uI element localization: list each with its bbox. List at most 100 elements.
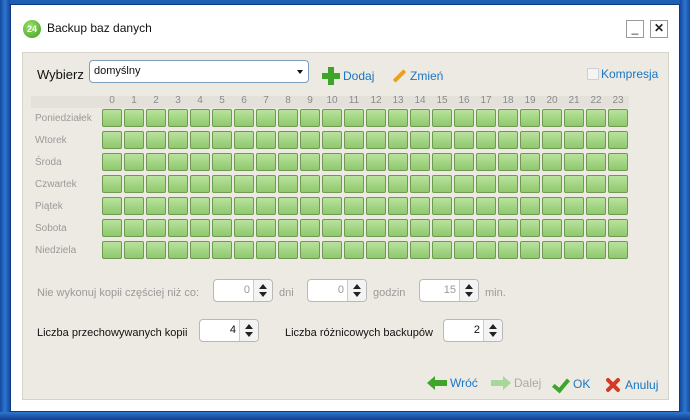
- schedule-cell[interactable]: [146, 197, 166, 215]
- schedule-cell[interactable]: [520, 241, 540, 259]
- schedule-cell[interactable]: [256, 109, 276, 127]
- schedule-cell[interactable]: [146, 153, 166, 171]
- arrow-down-icon[interactable]: [489, 332, 497, 337]
- copies-stepper[interactable]: 4: [199, 319, 259, 342]
- arrow-up-icon[interactable]: [489, 324, 497, 329]
- schedule-cell[interactable]: [124, 153, 144, 171]
- schedule-cell[interactable]: [520, 131, 540, 149]
- schedule-cell[interactable]: [410, 197, 430, 215]
- schedule-cell[interactable]: [300, 197, 320, 215]
- schedule-cell[interactable]: [256, 153, 276, 171]
- schedule-cell[interactable]: [256, 197, 276, 215]
- schedule-cell[interactable]: [146, 131, 166, 149]
- schedule-cell[interactable]: [586, 219, 606, 237]
- schedule-cell[interactable]: [146, 175, 166, 193]
- schedule-cell[interactable]: [234, 241, 254, 259]
- schedule-cell[interactable]: [366, 131, 386, 149]
- schedule-cell[interactable]: [476, 131, 496, 149]
- schedule-cell[interactable]: [234, 153, 254, 171]
- schedule-cell[interactable]: [520, 219, 540, 237]
- cancel-button[interactable]: Anuluj: [604, 376, 658, 394]
- schedule-cell[interactable]: [212, 131, 232, 149]
- schedule-cell[interactable]: [300, 241, 320, 259]
- schedule-cell[interactable]: [278, 153, 298, 171]
- schedule-cell[interactable]: [608, 109, 628, 127]
- schedule-cell[interactable]: [234, 219, 254, 237]
- schedule-cell[interactable]: [124, 109, 144, 127]
- schedule-cell[interactable]: [366, 109, 386, 127]
- minimize-button[interactable]: _: [626, 20, 644, 38]
- schedule-cell[interactable]: [432, 241, 452, 259]
- schedule-cell[interactable]: [476, 241, 496, 259]
- schedule-cell[interactable]: [190, 219, 210, 237]
- schedule-cell[interactable]: [608, 153, 628, 171]
- schedule-cell[interactable]: [190, 153, 210, 171]
- schedule-cell[interactable]: [432, 175, 452, 193]
- schedule-cell[interactable]: [212, 219, 232, 237]
- days-stepper-arrows[interactable]: [253, 280, 272, 301]
- schedule-cell[interactable]: [498, 197, 518, 215]
- schedule-cell[interactable]: [168, 131, 188, 149]
- schedule-cell[interactable]: [300, 175, 320, 193]
- schedule-cell[interactable]: [498, 131, 518, 149]
- schedule-cell[interactable]: [388, 109, 408, 127]
- schedule-cell[interactable]: [564, 109, 584, 127]
- schedule-cell[interactable]: [388, 153, 408, 171]
- schedule-cell[interactable]: [366, 175, 386, 193]
- schedule-cell[interactable]: [432, 109, 452, 127]
- schedule-cell[interactable]: [586, 175, 606, 193]
- schedule-cell[interactable]: [344, 153, 364, 171]
- schedule-cell[interactable]: [432, 197, 452, 215]
- minutes-stepper-arrows[interactable]: [459, 280, 478, 301]
- schedule-cell[interactable]: [102, 153, 122, 171]
- title-bar[interactable]: 24 Backup baz danych _ ✕: [11, 5, 679, 51]
- schedule-cell[interactable]: [278, 109, 298, 127]
- schedule-cell[interactable]: [146, 109, 166, 127]
- schedule-cell[interactable]: [520, 153, 540, 171]
- schedule-cell[interactable]: [366, 197, 386, 215]
- schedule-cell[interactable]: [542, 109, 562, 127]
- schedule-cell[interactable]: [300, 131, 320, 149]
- add-button[interactable]: Dodaj: [322, 67, 374, 85]
- schedule-cell[interactable]: [322, 219, 342, 237]
- schedule-cell[interactable]: [322, 131, 342, 149]
- arrow-down-icon[interactable]: [259, 292, 267, 297]
- schedule-cell[interactable]: [102, 197, 122, 215]
- schedule-cell[interactable]: [322, 109, 342, 127]
- schedule-cell[interactable]: [564, 197, 584, 215]
- schedule-cell[interactable]: [476, 175, 496, 193]
- schedule-cell[interactable]: [410, 219, 430, 237]
- schedule-cell[interactable]: [168, 175, 188, 193]
- schedule-cell[interactable]: [520, 175, 540, 193]
- schedule-cell[interactable]: [234, 175, 254, 193]
- schedule-cell[interactable]: [344, 219, 364, 237]
- schedule-cell[interactable]: [366, 153, 386, 171]
- schedule-cell[interactable]: [542, 219, 562, 237]
- schedule-cell[interactable]: [168, 109, 188, 127]
- schedule-cell[interactable]: [542, 241, 562, 259]
- close-button[interactable]: ✕: [650, 20, 668, 38]
- arrow-up-icon[interactable]: [245, 324, 253, 329]
- schedule-cell[interactable]: [124, 219, 144, 237]
- schedule-cell[interactable]: [102, 175, 122, 193]
- arrow-up-icon[interactable]: [353, 284, 361, 289]
- next-button[interactable]: Dalej: [491, 376, 541, 390]
- schedule-cell[interactable]: [476, 153, 496, 171]
- arrow-down-icon[interactable]: [353, 292, 361, 297]
- schedule-cell[interactable]: [344, 197, 364, 215]
- profile-select[interactable]: domyślny: [89, 60, 309, 83]
- schedule-cell[interactable]: [234, 131, 254, 149]
- minutes-stepper[interactable]: 15: [419, 279, 479, 302]
- schedule-cell[interactable]: [366, 241, 386, 259]
- schedule-cell[interactable]: [300, 219, 320, 237]
- schedule-cell[interactable]: [410, 175, 430, 193]
- schedule-cell[interactable]: [256, 175, 276, 193]
- schedule-cell[interactable]: [102, 241, 122, 259]
- copies-stepper-arrows[interactable]: [239, 320, 258, 341]
- schedule-cell[interactable]: [168, 197, 188, 215]
- schedule-cell[interactable]: [190, 241, 210, 259]
- schedule-cell[interactable]: [278, 241, 298, 259]
- schedule-cell[interactable]: [366, 219, 386, 237]
- schedule-cell[interactable]: [454, 131, 474, 149]
- schedule-cell[interactable]: [608, 175, 628, 193]
